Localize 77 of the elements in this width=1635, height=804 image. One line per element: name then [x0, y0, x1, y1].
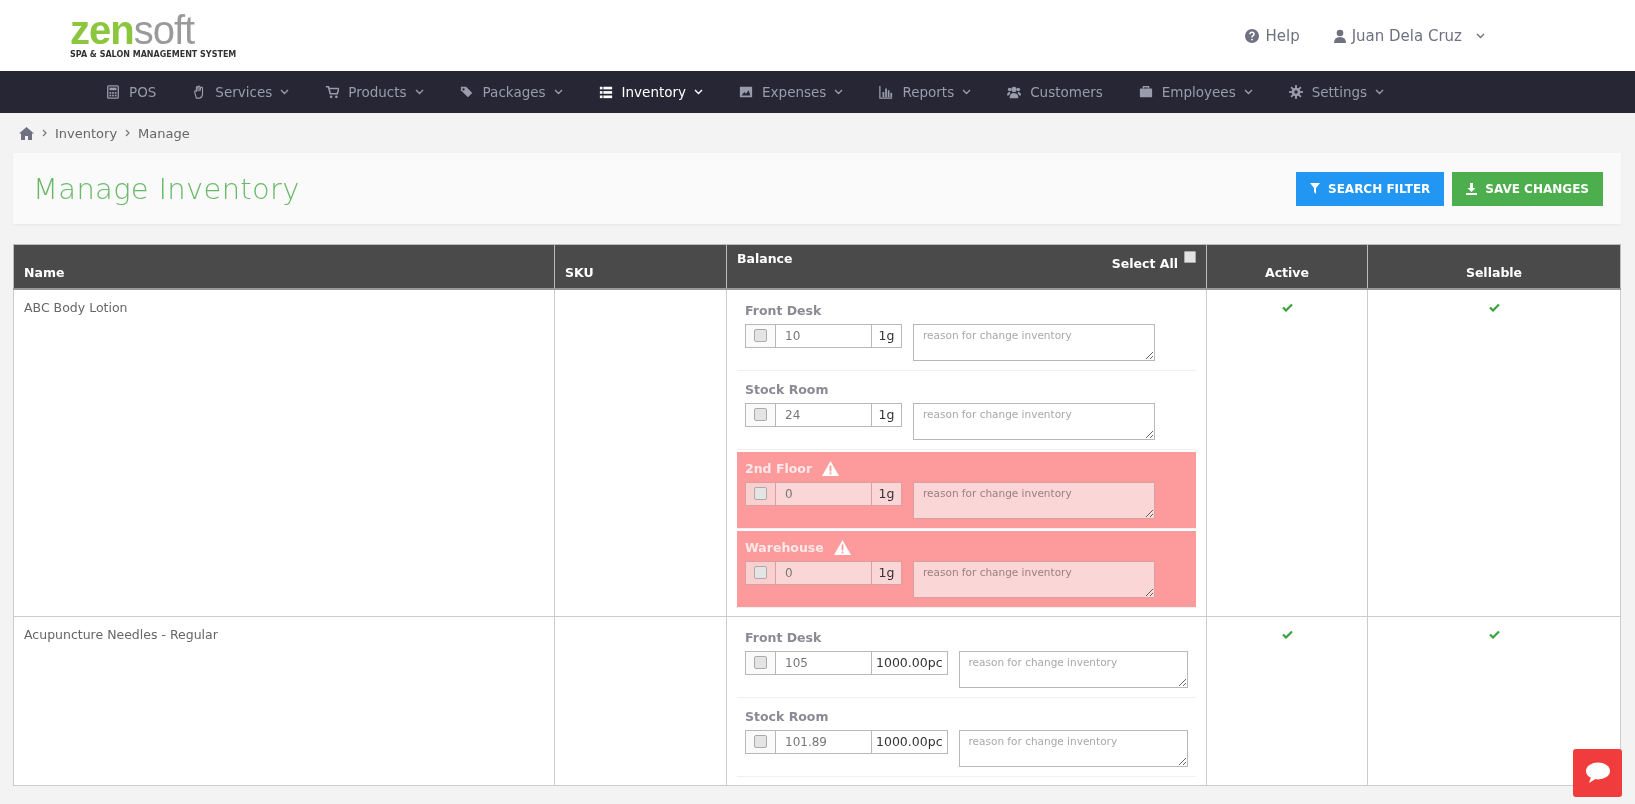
location-label: Front Desk [745, 630, 822, 645]
nav-item[interactable]: Inventory [582, 71, 720, 113]
product-name: ABC Body Lotion [24, 299, 128, 315]
breadcrumb-link[interactable]: Manage [138, 125, 190, 141]
speech-bubble-icon [1585, 762, 1610, 784]
column-header: Active [1206, 244, 1368, 289]
select-all-checkbox[interactable] [1184, 251, 1196, 263]
reason-field[interactable]: reason for change inventory [913, 323, 1155, 361]
column-header: SKU [554, 244, 727, 289]
cart-icon [325, 85, 340, 99]
location-label: 2nd Floor [745, 461, 813, 476]
download-icon [1466, 182, 1478, 195]
checkbox[interactable] [754, 656, 767, 669]
quantity-field[interactable]: 101.89 [776, 729, 871, 754]
reason-field[interactable]: reason for change inventory [958, 729, 1188, 767]
quantity-field[interactable]: 0 [776, 560, 871, 585]
breadcrumb-link[interactable]: Inventory [55, 125, 118, 141]
quantity-field[interactable]: 10 [776, 323, 871, 348]
chevron-right-icon [42, 129, 47, 137]
home-icon[interactable] [19, 126, 34, 140]
list-icon [598, 85, 613, 99]
column-header: Name [13, 244, 555, 289]
checkbox[interactable] [754, 566, 767, 579]
unit-label: 1000.00pc [871, 650, 948, 675]
unit-label: 1000.00pc [871, 729, 948, 754]
user-icon [1333, 28, 1346, 43]
quantity-field[interactable]: 0 [776, 481, 871, 506]
filter-icon [1310, 183, 1320, 194]
reason-field[interactable]: reason for change inventory [958, 650, 1188, 688]
nav-item[interactable]: Employees [1122, 71, 1269, 113]
location-label: Warehouse [745, 540, 824, 555]
chevron-right-icon [125, 129, 131, 137]
nav-item[interactable]: POS [90, 71, 173, 113]
reason-field[interactable]: reason for change inventory [913, 402, 1155, 440]
column-header: Balance [737, 251, 793, 266]
nav-item[interactable]: Settings [1272, 71, 1401, 113]
help-icon [1245, 28, 1260, 43]
user-menu[interactable]: Juan Dela Cruz [1333, 26, 1485, 45]
bar-chart-icon [879, 85, 894, 99]
logo-wordmark: zensoft [70, 12, 195, 48]
unit-label: 1g [871, 323, 902, 348]
calculator-icon [106, 85, 120, 99]
briefcase-icon [1138, 85, 1153, 99]
tag-icon [459, 85, 474, 99]
help-link[interactable]: Help [1245, 26, 1300, 45]
gear-icon [1288, 85, 1303, 99]
nav-item[interactable]: Products [309, 71, 440, 113]
quantity-field[interactable]: 24 [776, 402, 871, 427]
reason-field[interactable]: reason for change inventory [913, 481, 1155, 519]
nav-item[interactable]: Expenses [723, 71, 860, 113]
unit-label: 1g [871, 560, 902, 585]
checkbox[interactable] [754, 329, 767, 342]
users-icon [1007, 85, 1022, 99]
location-label: Stock Room [745, 709, 829, 724]
nav-item[interactable]: Packages [443, 71, 579, 113]
reason-field[interactable]: reason for change inventory [913, 560, 1155, 598]
nav-item[interactable]: Services [176, 71, 306, 113]
chat-button[interactable] [1573, 749, 1622, 797]
location-label: Front Desk [745, 303, 822, 318]
page-title: Manage Inventory [33, 171, 300, 206]
logo-tagline: SPA & SALON MANAGEMENT SYSTEM [70, 50, 237, 59]
unit-label: 1g [871, 481, 902, 506]
caret-icon [1476, 32, 1485, 39]
quantity-field[interactable]: 105 [776, 650, 871, 675]
location-label: Stock Room [745, 382, 829, 397]
nav-item[interactable]: Customers [991, 71, 1119, 113]
checkbox[interactable] [754, 408, 767, 421]
checkbox[interactable] [754, 735, 767, 748]
unit-label: 1g [871, 402, 902, 427]
picture-icon [739, 85, 754, 99]
checkbox[interactable] [754, 487, 767, 500]
save-changes-button[interactable]: SAVE CHANGES [1452, 171, 1603, 206]
column-header: Sellable [1367, 244, 1621, 289]
select-all-label: Select All [1111, 256, 1178, 271]
nav-item[interactable]: Reports [863, 71, 988, 113]
search-filter-button[interactable]: SEARCH FILTER [1296, 171, 1445, 206]
product-name: Acupuncture Needles - Regular [24, 626, 218, 642]
